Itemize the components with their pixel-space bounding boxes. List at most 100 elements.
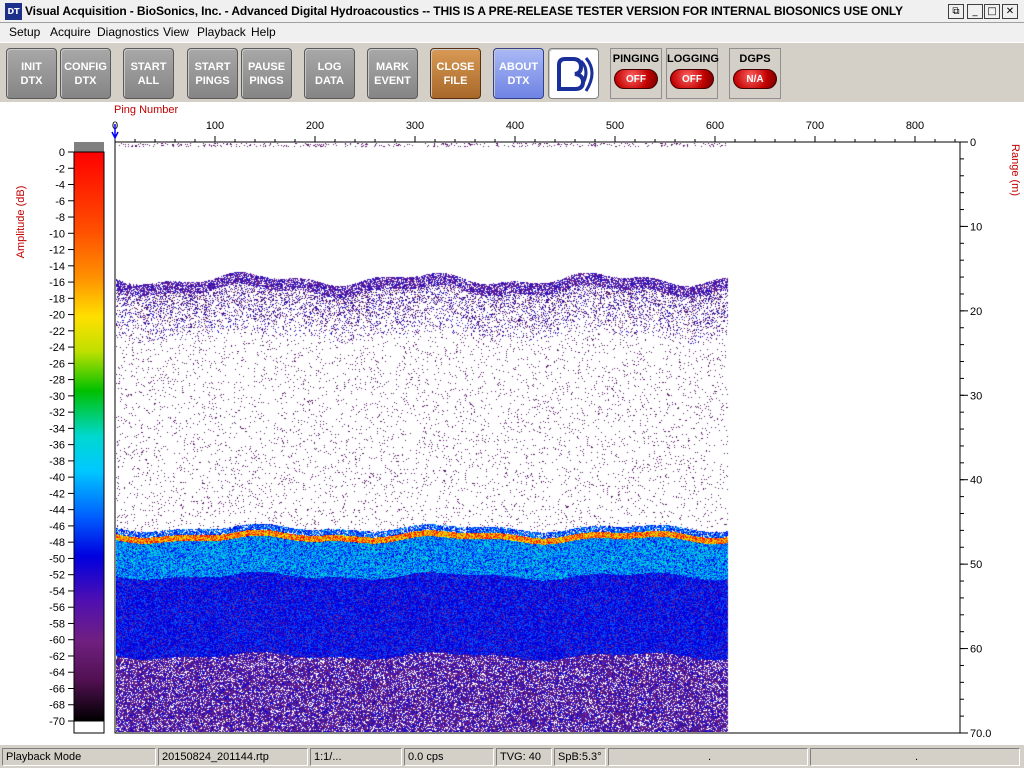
colorbar-tick-label: -18 (49, 293, 65, 305)
title-bar[interactable]: DT Visual Acquisition - BioSonics, Inc. … (0, 0, 1024, 23)
colorbar-tick-label: -2 (55, 163, 65, 175)
app-icon[interactable]: DT (5, 3, 22, 20)
colorbar-tick-label: -8 (55, 212, 65, 224)
menu-bar: Setup Acquire Diagnostics View Playback … (0, 23, 1024, 42)
pinging-status: PINGING OFF (610, 48, 662, 99)
colorbar-tick-label: -54 (49, 586, 65, 598)
close-file-label: CLOSE FILE (436, 60, 475, 87)
biosonics-logo-icon (556, 56, 593, 92)
x-axis-ticks: 0 100 200 300 400 500 600 700 800 (112, 120, 956, 142)
status-mode: Playback Mode (2, 748, 156, 766)
menu-playback[interactable]: Playback (197, 25, 246, 39)
x-tick-label: 500 (606, 120, 624, 132)
maximize-button[interactable]: □ (984, 4, 1000, 19)
menu-diagnostics[interactable]: Diagnostics (97, 25, 159, 39)
colorbar-tick-label: -44 (49, 505, 65, 517)
close-file-button[interactable]: CLOSE FILE (430, 48, 481, 99)
start-pings-label: START PINGS (194, 60, 231, 87)
colorbar-tick-label: -28 (49, 375, 65, 387)
status-bar: Playback Mode 20150824_201144.rtp 1:1/..… (0, 744, 1024, 768)
status-pane-2: . (810, 748, 1020, 766)
start-all-label: START ALL (130, 60, 167, 87)
colorbar-tick-label: -58 (49, 618, 65, 630)
x-axis-title: Ping Number (114, 104, 179, 116)
y-axis-ticks: 0 10 20 30 40 50 60 70.0 (960, 137, 991, 740)
config-dtx-button[interactable]: CONFIG DTX (60, 48, 111, 99)
colorbar-tick-label: -20 (49, 310, 65, 322)
y-tick-label: 10 (970, 221, 982, 233)
colorbar-tick-label: -4 (55, 180, 65, 192)
colorbar-tick-label: -24 (49, 342, 65, 354)
echogram-panel[interactable]: Amplitude (dB) 0 -2 -4 -6 -8 -10 -12 -14 -16 -18 -… (0, 102, 1024, 744)
log-data-label: LOG DATA (315, 60, 344, 87)
y-tick-label: 50 (970, 559, 982, 571)
echogram-chart[interactable]: Amplitude (dB) 0 -2 -4 -6 -8 -10 -12 -14 -16 -18 -… (0, 102, 1024, 744)
y-tick-label: 70.0 (970, 728, 991, 740)
log-data-button[interactable]: LOG DATA (304, 48, 355, 99)
colorbar-tick-label: -64 (49, 667, 65, 679)
colorbar-tick-label: -32 (49, 407, 65, 419)
about-dtx-button[interactable]: ABOUT DTX (493, 48, 544, 99)
colorbar-tick-label: -16 (49, 277, 65, 289)
dgps-status: DGPS N/A (729, 48, 781, 99)
colorbar-tick-label: -14 (49, 261, 65, 273)
colorbar-title: Amplitude (dB) (15, 186, 27, 259)
colorbar-tick-label: -48 (49, 537, 65, 549)
menu-help[interactable]: Help (251, 25, 276, 39)
status-pane-1: . (608, 748, 808, 766)
logging-indicator[interactable]: OFF (670, 69, 714, 89)
colorbar-tick-label: -68 (49, 700, 65, 712)
menu-setup[interactable]: Setup (9, 25, 40, 39)
init-dtx-button[interactable]: INIT DTX (6, 48, 57, 99)
window-title: Visual Acquisition - BioSonics, Inc. - A… (25, 4, 903, 18)
status-rate: 0.0 cps (404, 748, 494, 766)
x-tick-label: 400 (506, 120, 524, 132)
logging-title: LOGGING (667, 53, 719, 65)
colorbar-tick-label: -36 (49, 440, 65, 452)
colorbar-tick-label: -66 (49, 683, 65, 695)
y-tick-label: 40 (970, 475, 982, 487)
echogram-data (116, 143, 959, 732)
menu-acquire[interactable]: Acquire (50, 25, 91, 39)
pause-pings-label: PAUSE PINGS (247, 60, 286, 87)
colorbar-tick-label: -62 (49, 651, 65, 663)
about-dtx-label: ABOUT DTX (498, 60, 539, 87)
colorbar-tick-label: -38 (49, 456, 65, 468)
colorbar-tick-label: -26 (49, 358, 65, 370)
colorbar-tick-label: -56 (49, 602, 65, 614)
colorbar-tick-label: -60 (49, 635, 65, 647)
dgps-indicator[interactable]: N/A (733, 69, 777, 89)
restore-icon[interactable]: ⧉ (948, 4, 964, 19)
close-window-button[interactable]: ✕ (1002, 4, 1018, 19)
colorbar (73, 151, 105, 722)
status-file: 20150824_201144.rtp (158, 748, 308, 766)
y-tick-label: 30 (970, 390, 982, 402)
pinging-indicator[interactable]: OFF (614, 69, 658, 89)
y-tick-label: 0 (970, 137, 976, 149)
menu-view[interactable]: View (163, 25, 189, 39)
colorbar-tick-label: -46 (49, 521, 65, 533)
start-all-button[interactable]: START ALL (123, 48, 174, 99)
pinging-title: PINGING (612, 53, 660, 65)
colorbar-tick-label: -30 (49, 391, 65, 403)
status-tvg: TVG: 40 (496, 748, 552, 766)
colorbar-tick-label: -12 (49, 245, 65, 257)
colorbar-tick-label: -50 (49, 553, 65, 565)
config-dtx-label: CONFIG DTX (64, 60, 107, 87)
toolbar: INIT DTX CONFIG DTX START ALL START PING… (0, 42, 1024, 102)
y-tick-label: 60 (970, 644, 982, 656)
colorbar-tick-label: -52 (49, 570, 65, 582)
x-tick-label: 800 (906, 120, 924, 132)
mark-event-button[interactable]: MARK EVENT (367, 48, 418, 99)
echogram-canvas (116, 143, 959, 732)
biosonics-logo-button[interactable] (548, 48, 599, 99)
x-tick-label: 300 (406, 120, 424, 132)
status-spb: SpB:5.3° (554, 748, 606, 766)
dgps-title: DGPS (739, 53, 771, 65)
pause-pings-button[interactable]: PAUSE PINGS (241, 48, 292, 99)
start-pings-button[interactable]: START PINGS (187, 48, 238, 99)
minimize-button[interactable]: _ (967, 4, 983, 19)
init-dtx-label: INIT DTX (20, 60, 43, 87)
colorbar-tick-label: -10 (49, 228, 65, 240)
colorbar-tick-label: -6 (55, 196, 65, 208)
